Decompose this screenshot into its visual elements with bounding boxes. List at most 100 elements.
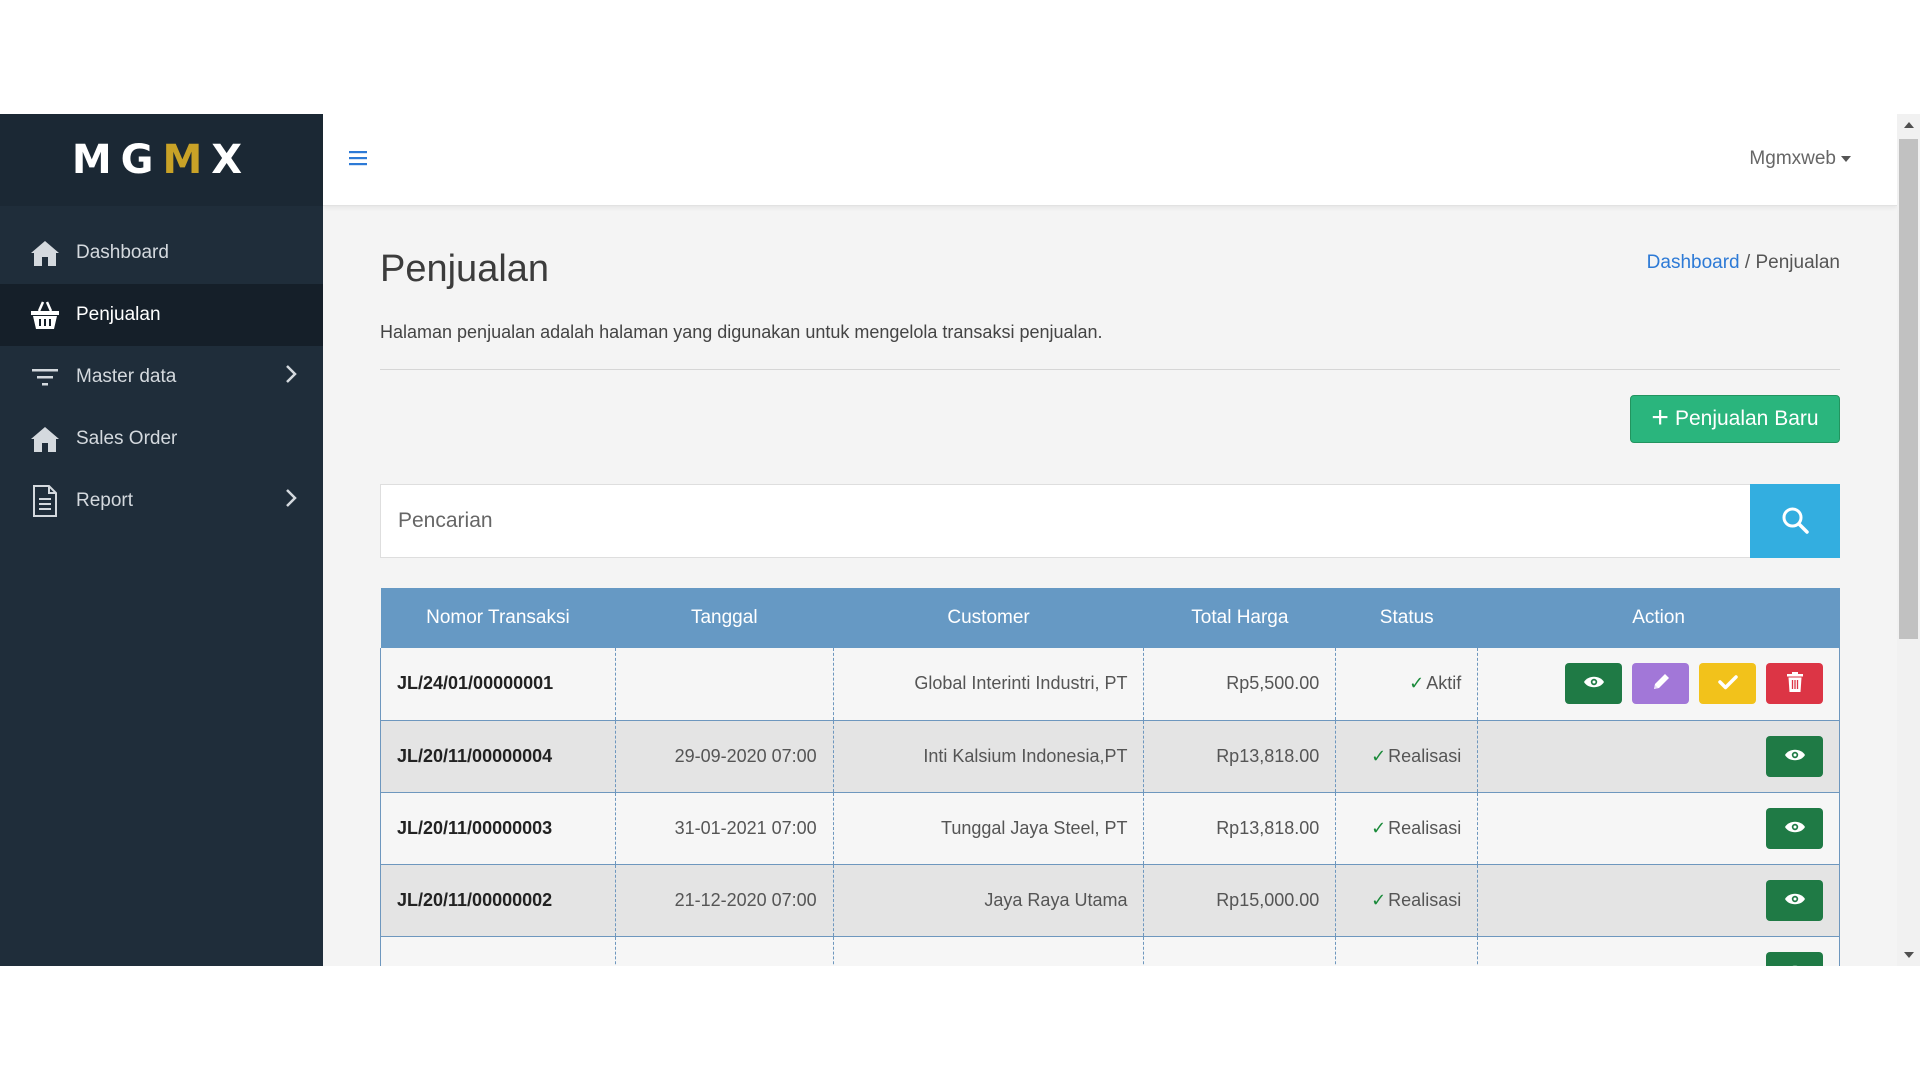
check-icon: ✓: [1371, 889, 1387, 910]
sidebar-item-label: Penjualan: [76, 304, 161, 325]
column-header-action: Action: [1477, 588, 1840, 648]
brand-letters-right: X: [211, 137, 252, 183]
home-icon: [28, 422, 62, 456]
status-text: Realisasi: [1388, 745, 1462, 766]
sidebar-item-sales-order[interactable]: Sales Order: [0, 408, 323, 470]
main-content: Penjualan Dashboard / Penjualan Halaman …: [380, 206, 1840, 966]
cell-tanggal: 29-09-2020 07:00: [615, 720, 834, 793]
cell-nomor: [380, 936, 616, 966]
cell-total: Rp13,818.00: [1143, 720, 1337, 793]
scroll-up-arrow-icon[interactable]: [1904, 122, 1914, 128]
view-button[interactable]: [1565, 663, 1622, 705]
column-header-total[interactable]: Total Harga: [1143, 588, 1336, 648]
view-button[interactable]: [1766, 735, 1823, 777]
cell-status: [1335, 936, 1479, 966]
cell-nomor: JL/20/11/00000004: [380, 720, 616, 793]
search-bar: [380, 484, 1840, 558]
column-header-status[interactable]: Status: [1335, 588, 1478, 648]
cell-nomor: JL/24/01/00000001: [380, 648, 616, 721]
breadcrumb-home-link[interactable]: Dashboard: [1647, 252, 1740, 273]
cell-total: [1143, 936, 1337, 966]
cell-status: ✓ Realisasi: [1335, 864, 1479, 937]
sidebar-item-label: Master data: [76, 366, 177, 387]
eye-icon: [1784, 892, 1806, 909]
cell-actions: [1477, 720, 1840, 793]
sidebar: MG M X Dashboard Penjualan Master data S…: [0, 114, 323, 966]
scrollbar-thumb[interactable]: [1899, 139, 1918, 639]
column-header-customer[interactable]: Customer: [833, 588, 1144, 648]
table-row: JL/20/11/00000002 21-12-2020 07:00 Jaya …: [380, 864, 1840, 937]
chevron-right-icon: [285, 364, 297, 390]
cell-customer: [833, 936, 1145, 966]
cell-customer: Tunggal Jaya Steel, PT: [833, 792, 1145, 865]
cell-customer: Global Interinti Industri, PT: [833, 648, 1145, 721]
filter-icon: [28, 360, 62, 394]
table-row: JL/24/01/00000001 Global Interinti Indus…: [380, 648, 1840, 721]
view-button[interactable]: [1766, 951, 1823, 966]
table-row: JL/20/11/00000003 31-01-2021 07:00 Tungg…: [380, 792, 1840, 865]
edit-button[interactable]: [1632, 663, 1689, 705]
divider: [380, 369, 1840, 370]
eye-icon: [1784, 748, 1806, 765]
cell-tanggal: [615, 648, 834, 721]
caret-down-icon: [1841, 155, 1851, 162]
cell-status: ✓ Aktif: [1335, 648, 1479, 721]
plus-icon: +: [1651, 400, 1669, 434]
vertical-scrollbar[interactable]: [1897, 114, 1920, 966]
sidebar-item-label: Report: [76, 490, 134, 511]
status-text: Aktif: [1426, 673, 1462, 694]
breadcrumb: Dashboard / Penjualan: [1647, 252, 1840, 274]
user-menu-dropdown[interactable]: Mgmxweb: [1749, 148, 1851, 170]
topbar: Mgmxweb: [323, 114, 1897, 206]
cell-nomor: JL/20/11/00000003: [380, 792, 616, 865]
sidebar-item-report[interactable]: Report: [0, 470, 323, 532]
basket-icon: [28, 298, 62, 332]
check-icon: ✓: [1371, 745, 1387, 766]
cell-tanggal: 31-01-2021 07:00: [615, 792, 834, 865]
pencil-icon: [1651, 672, 1671, 695]
user-name: Mgmxweb: [1749, 148, 1836, 169]
cell-customer: Jaya Raya Utama: [833, 864, 1145, 937]
cell-actions: [1477, 648, 1840, 721]
sidebar-item-master-data[interactable]: Master data: [0, 346, 323, 408]
column-header-nomor[interactable]: Nomor Transaksi: [380, 588, 616, 648]
chevron-right-icon: [285, 488, 297, 514]
status-text: Realisasi: [1388, 817, 1462, 838]
cell-actions: [1477, 792, 1840, 865]
status-text: Realisasi: [1388, 889, 1462, 910]
cell-customer: Inti Kalsium Indonesia,PT: [833, 720, 1145, 793]
view-button[interactable]: [1766, 879, 1823, 921]
cell-status: ✓ Realisasi: [1335, 720, 1479, 793]
delete-button[interactable]: [1766, 663, 1823, 705]
view-button[interactable]: [1766, 807, 1823, 849]
hamburger-menu-icon[interactable]: [349, 150, 367, 166]
cell-total: Rp5,500.00: [1143, 648, 1337, 721]
approve-button[interactable]: [1699, 663, 1756, 705]
sales-table: Nomor Transaksi Tanggal Customer Total H…: [380, 588, 1840, 966]
sidebar-item-dashboard[interactable]: Dashboard: [0, 222, 323, 284]
cell-nomor: JL/20/11/00000002: [380, 864, 616, 937]
cell-actions: [1477, 864, 1840, 937]
brand-letters-left: MG: [71, 137, 163, 183]
cell-total: Rp13,818.00: [1143, 792, 1337, 865]
table-row: [380, 936, 1840, 966]
brand-letter-accent: M: [162, 137, 212, 183]
search-input[interactable]: [380, 484, 1750, 558]
new-sale-button[interactable]: + Penjualan Baru: [1630, 395, 1840, 443]
cell-tanggal: [615, 936, 834, 966]
home-icon: [28, 236, 62, 270]
breadcrumb-separator: /: [1739, 252, 1756, 273]
new-sale-button-label: Penjualan Baru: [1674, 407, 1819, 430]
sidebar-item-label: Sales Order: [76, 428, 178, 449]
document-icon: [28, 484, 62, 518]
checkmark-icon: [1717, 674, 1738, 693]
scroll-down-arrow-icon[interactable]: [1904, 952, 1914, 958]
brand-logo[interactable]: MG M X: [0, 114, 323, 206]
column-header-tanggal[interactable]: Tanggal: [615, 588, 834, 648]
search-button[interactable]: [1750, 484, 1840, 558]
sidebar-item-penjualan[interactable]: Penjualan: [0, 284, 323, 346]
cell-total: Rp15,000.00: [1143, 864, 1337, 937]
trash-icon: [1786, 672, 1803, 695]
cell-tanggal: 21-12-2020 07:00: [615, 864, 834, 937]
eye-icon: [1784, 820, 1806, 837]
